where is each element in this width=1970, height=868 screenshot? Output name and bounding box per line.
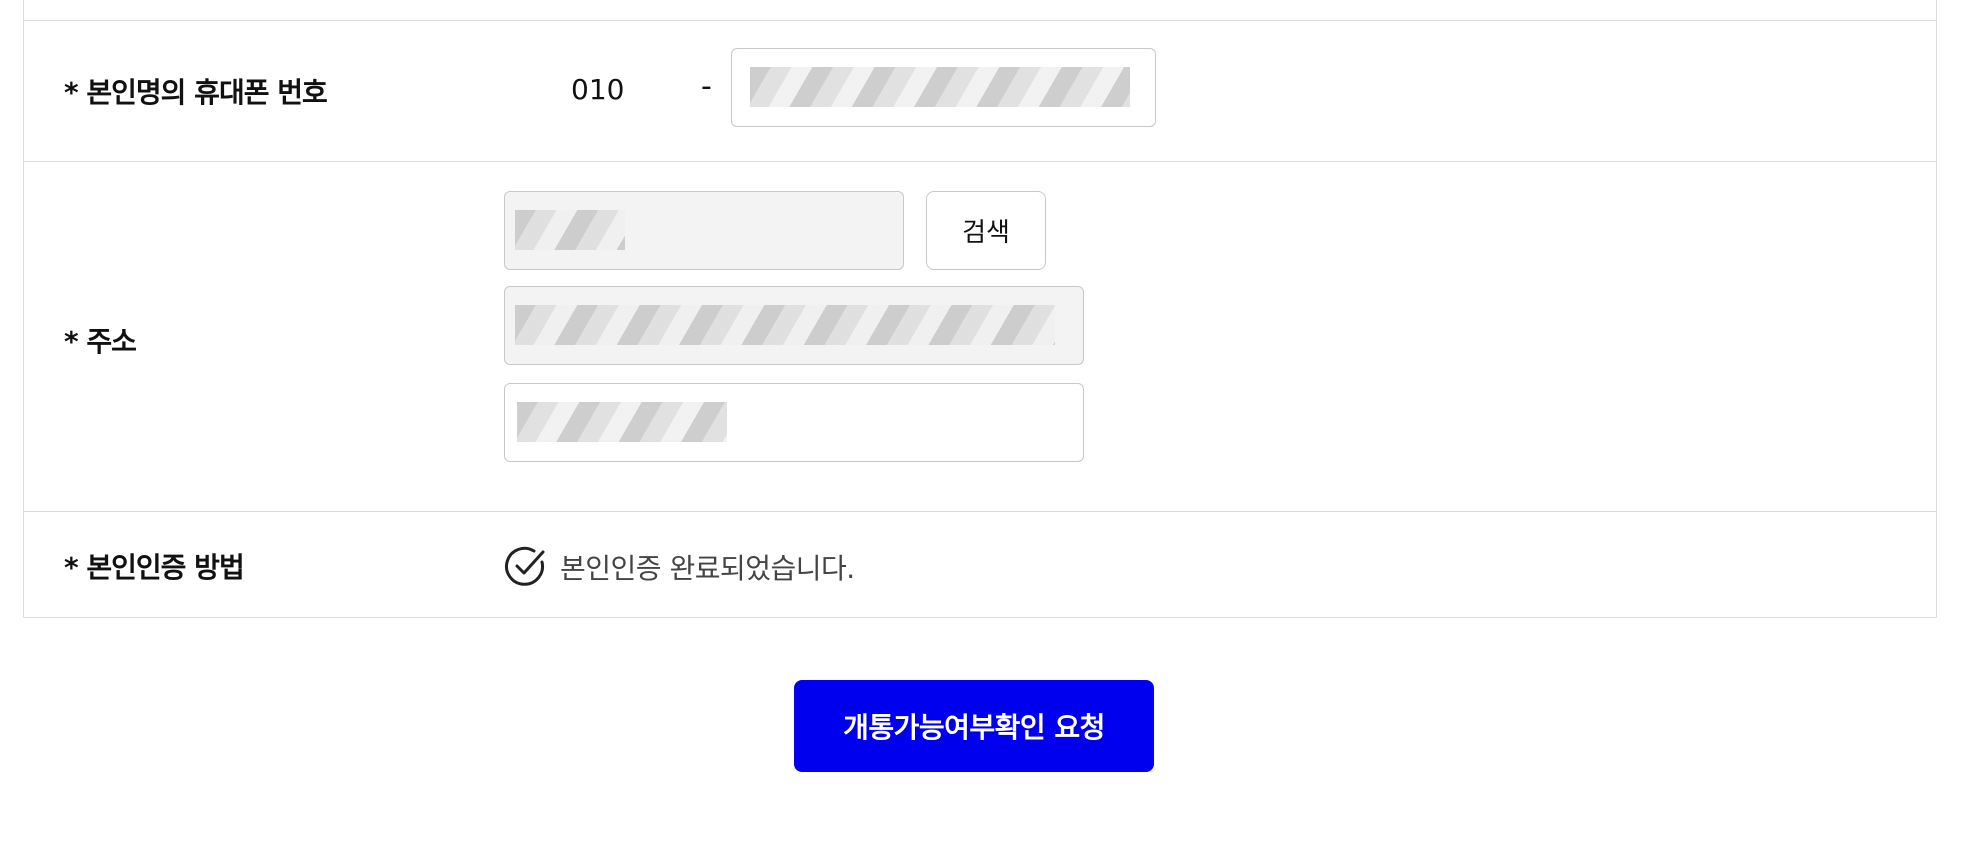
masked-postcode-value xyxy=(515,210,625,250)
form-row-auth: * 본인인증 방법 본인인증 완료되었습니다. xyxy=(24,512,1936,618)
address-label: * 주소 xyxy=(64,325,137,358)
phone-separator: - xyxy=(701,69,712,104)
form-row-top xyxy=(24,0,1936,21)
form-row-phone: * 본인명의 휴대폰 번호 010 - xyxy=(24,21,1936,162)
form-row-address: * 주소 검색 xyxy=(24,162,1936,512)
address-line1-input[interactable] xyxy=(504,286,1084,365)
address-line2-input[interactable] xyxy=(504,383,1084,462)
auth-status-text: 본인인증 완료되었습니다. xyxy=(560,552,855,585)
application-form-table: * 본인명의 휴대폰 번호 010 - * 주소 검색 * 본인인증 방법 본인… xyxy=(23,0,1937,618)
masked-address-line1-value xyxy=(515,305,1055,345)
request-activation-check-button[interactable]: 개통가능여부확인 요청 xyxy=(794,680,1154,772)
postcode-input[interactable] xyxy=(504,191,904,270)
phone-label: * 본인명의 휴대폰 번호 xyxy=(64,76,328,109)
auth-method-label: * 본인인증 방법 xyxy=(64,551,245,584)
phone-prefix[interactable]: 010 xyxy=(571,73,624,106)
masked-address-line2-value xyxy=(517,402,727,442)
masked-phone-value xyxy=(750,67,1130,107)
phone-number-input[interactable] xyxy=(731,48,1156,127)
check-circle-icon xyxy=(505,546,545,586)
address-search-button[interactable]: 검색 xyxy=(926,191,1046,270)
